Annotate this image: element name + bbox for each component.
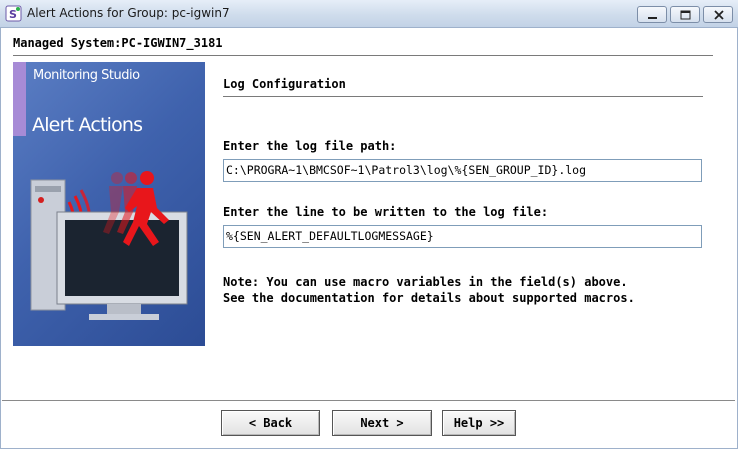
section-title: Log Configuration bbox=[223, 77, 346, 91]
close-button[interactable] bbox=[703, 6, 733, 23]
back-button[interactable]: < Back bbox=[221, 410, 320, 436]
close-icon bbox=[714, 10, 724, 20]
macro-note: Note: You can use macro variables in the… bbox=[223, 274, 635, 306]
macro-note-line1: Note: You can use macro variables in the… bbox=[223, 275, 628, 289]
app-icon: S bbox=[5, 5, 22, 22]
wizard-banner: Monitoring Studio Alert Actions bbox=[13, 62, 205, 346]
log-path-label: Enter the log file path: bbox=[223, 139, 397, 153]
alert-illustration bbox=[30, 171, 188, 320]
section-divider bbox=[223, 96, 703, 97]
minimize-icon bbox=[648, 17, 657, 19]
title-bar: S Alert Actions for Group: pc-igwin7 bbox=[0, 0, 738, 28]
help-button[interactable]: Help >> bbox=[442, 410, 516, 436]
minimize-button[interactable] bbox=[637, 6, 667, 23]
banner-title: Alert Actions bbox=[32, 114, 143, 136]
log-line-input[interactable]: %{SEN_ALERT_DEFAULTLOGMESSAGE} bbox=[223, 225, 702, 248]
footer-divider bbox=[2, 400, 735, 401]
banner-accent-strip bbox=[13, 62, 26, 136]
managed-system-label: Managed System:PC-IGWIN7_3181 bbox=[13, 36, 223, 50]
window-edge-left bbox=[0, 28, 1, 449]
header-divider bbox=[13, 55, 713, 56]
next-button[interactable]: Next > bbox=[332, 410, 432, 436]
maximize-button[interactable] bbox=[670, 6, 700, 23]
banner-product-name: Monitoring Studio bbox=[33, 68, 140, 83]
log-line-label: Enter the line to be written to the log … bbox=[223, 205, 549, 219]
window-title: Alert Actions for Group: pc-igwin7 bbox=[27, 6, 230, 20]
svg-text:S: S bbox=[9, 8, 17, 21]
macro-note-line2: See the documentation for details about … bbox=[223, 291, 635, 305]
maximize-icon bbox=[680, 10, 691, 20]
log-path-input[interactable]: C:\PROGRA~1\BMCSOF~1\Patrol3\log\%{SEN_G… bbox=[223, 159, 702, 182]
